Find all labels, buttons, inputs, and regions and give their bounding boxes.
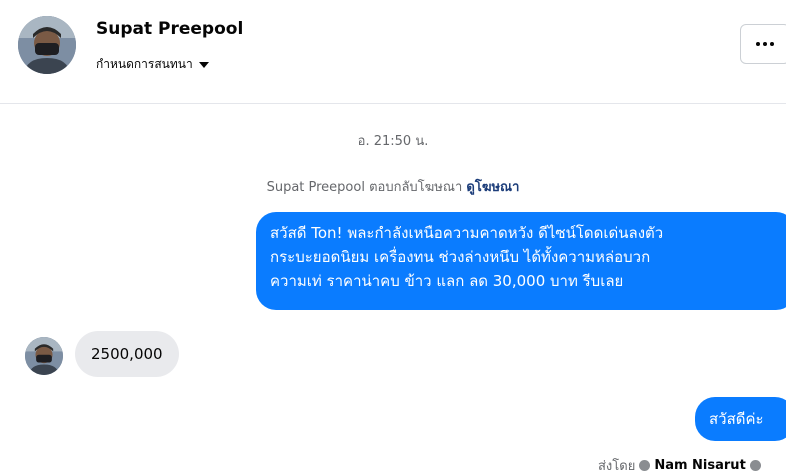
message-timestamp: อ. 21:50 น.	[357, 134, 429, 149]
conversation-header: Supat Preepool กำหนดการสนทนา	[0, 0, 786, 104]
conversation-settings-dropdown[interactable]: กำหนดการสนทนา	[96, 55, 209, 74]
sent-by-name: Nam Nisarut	[654, 458, 746, 473]
info-icon[interactable]	[749, 460, 761, 471]
ad-reply-text: Supat Preepool ตอบกลับโฆษณา	[266, 180, 463, 195]
more-options-button[interactable]	[740, 24, 786, 64]
sent-by-label: ส่งโดย	[598, 459, 636, 474]
avatar[interactable]	[18, 16, 76, 74]
sent-by-info: ส่งโดย Nam Nisarut	[598, 455, 761, 476]
message-line: กระบะยอดนิยม เครื่องทน ช่วงล่างหนึบ ได้ท…	[270, 248, 651, 266]
incoming-message-bubble[interactable]: 2500,000	[75, 331, 179, 377]
outgoing-reply-bubble[interactable]: สวัสดีค่ะ	[695, 397, 786, 441]
sender-avatar[interactable]	[25, 337, 63, 375]
profile-photo	[18, 16, 76, 74]
sender-status-icon	[639, 460, 651, 471]
sender-photo	[25, 337, 63, 375]
more-dots-icon	[756, 42, 774, 46]
view-ad-link[interactable]: ดูโฆษณา	[466, 180, 519, 195]
caret-down-icon	[198, 61, 209, 68]
ad-reply-notice: Supat Preepool ตอบกลับโฆษณา ดูโฆษณา	[0, 176, 786, 197]
contact-name[interactable]: Supat Preepool	[96, 19, 243, 39]
message-line: ความเท่ ราคาน่าคบ ข้าว แลก ลด 30,000 บาท…	[270, 272, 624, 290]
message-line: สวัสดี Ton! พละกำลังเหนือความคาดหวัง ดีไ…	[270, 224, 664, 242]
conversation-settings-label: กำหนดการสนทนา	[96, 57, 193, 71]
outgoing-message-bubble[interactable]: สวัสดี Ton! พละกำลังเหนือความคาดหวัง ดีไ…	[256, 212, 786, 310]
